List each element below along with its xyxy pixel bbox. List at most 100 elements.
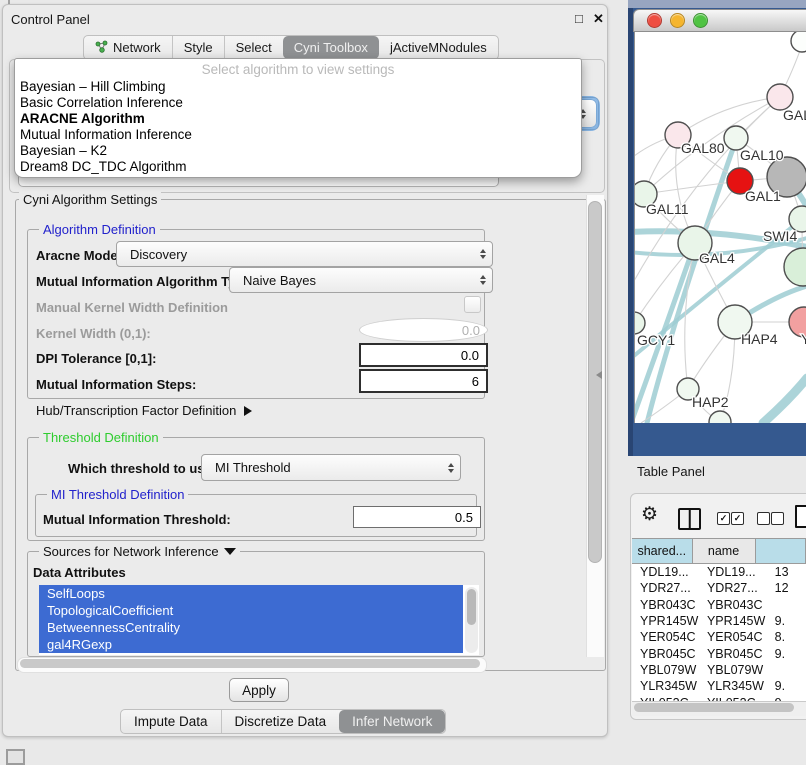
table-cell: 9.: [769, 614, 806, 628]
control-panel-tab-bar: Network Style Select Cyni Toolbox jActiv…: [83, 35, 499, 60]
unchecked-checkbox-icon[interactable]: [757, 512, 770, 525]
sources-collapse-header[interactable]: Sources for Network Inference: [39, 544, 240, 559]
attribute-item[interactable]: SelfLoops: [39, 585, 463, 602]
float-window-icon[interactable]: □: [575, 11, 583, 26]
combo-stepper-icon: [480, 275, 486, 285]
unchecked-checkbox-icon[interactable]: [771, 512, 784, 525]
mi-steps-input[interactable]: 6: [359, 369, 488, 393]
apply-button[interactable]: Apply: [229, 678, 289, 702]
window-grip-icon[interactable]: [6, 749, 25, 765]
table-cell: YBR043C: [699, 598, 769, 612]
aracne-mode-label: Aracne Mode:: [36, 248, 122, 263]
table-row[interactable]: YIL052CYIL052C9: [632, 694, 806, 701]
network-node-label: GAL: [783, 107, 806, 123]
algorithm-option[interactable]: Basic Correlation Inference: [15, 95, 581, 111]
tab-impute-data[interactable]: Impute Data: [121, 710, 221, 733]
table-cell: YLR345W: [699, 679, 769, 693]
algorithm-option[interactable]: Bayesian – K2: [15, 143, 581, 159]
network-node-label: HAP4: [741, 331, 778, 347]
tab-discretize-data[interactable]: Discretize Data: [221, 710, 340, 733]
column-header-3[interactable]: [756, 539, 806, 563]
network-node[interactable]: [784, 248, 806, 286]
table-cell: YBR043C: [632, 598, 699, 612]
which-threshold-combobox[interactable]: MI Threshold: [201, 454, 461, 481]
manual-kernel-width-checkbox[interactable]: [464, 296, 481, 313]
table-row[interactable]: YPR145WYPR145W9.: [632, 613, 806, 629]
tab-jactivemnodules[interactable]: jActiveMNodules: [379, 36, 498, 59]
network-edge: [763, 378, 806, 423]
split-pane-divider-arrow[interactable]: [596, 371, 602, 379]
aracne-mode-combobox[interactable]: Discovery: [116, 241, 493, 267]
table-body: YDL19...YDL19...13YDR27...YDR27...12YBR0…: [632, 564, 806, 701]
algorithm-definition-title: Algorithm Definition: [39, 222, 160, 237]
minimize-traffic-light-icon[interactable]: [670, 13, 685, 28]
table-row[interactable]: YDR27...YDR27...12: [632, 580, 806, 596]
tab-infer-network-label: Infer Network: [352, 714, 432, 729]
tab-infer-network[interactable]: Infer Network: [339, 710, 445, 733]
document-icon[interactable]: [795, 505, 806, 528]
settings-horizontal-scrollbar-thumb[interactable]: [20, 659, 480, 668]
network-window-titlebar[interactable]: [633, 9, 806, 32]
network-node-label: HAP2: [692, 394, 729, 410]
attribute-item[interactable]: TopologicalCoefficient: [39, 602, 463, 619]
tab-network[interactable]: Network: [84, 36, 172, 59]
close-traffic-light-icon[interactable]: [647, 13, 662, 28]
network-node[interactable]: [709, 411, 731, 423]
column-header-shared-name[interactable]: shared...: [632, 539, 693, 563]
column-header-name[interactable]: name: [693, 539, 756, 563]
checked-checkbox-icon[interactable]: ✓: [731, 512, 744, 525]
hub-definition-label: Hub/Transcription Factor Definition: [36, 403, 236, 418]
table-row[interactable]: YBR043CYBR043C: [632, 597, 806, 613]
algorithm-option[interactable]: Dream8 DC_TDC Algorithm: [15, 159, 581, 175]
algorithm-option[interactable]: Bayesian – Hill Climbing: [15, 79, 581, 95]
gear-icon[interactable]: ⚙: [641, 504, 658, 526]
table-row[interactable]: YBL079WYBL079W: [632, 662, 806, 678]
mi-threshold-value: 0.5: [455, 510, 473, 525]
mi-steps-value: 6: [472, 374, 479, 389]
table-cell: YBL079W: [632, 663, 699, 677]
table-cell: YDL19...: [632, 565, 699, 579]
table-cell: 9.: [769, 647, 806, 661]
which-threshold-value: MI Threshold: [215, 460, 291, 475]
settings-vertical-scrollbar-thumb[interactable]: [588, 201, 602, 563]
manual-kernel-width-label: Manual Kernel Width Definition: [36, 300, 228, 315]
algorithm-option[interactable]: ARACNE Algorithm: [15, 111, 581, 127]
zoom-traffic-light-icon[interactable]: [693, 13, 708, 28]
close-icon[interactable]: ✕: [593, 11, 604, 27]
network-canvas[interactable]: GALGAL80GAL10GAL1GAL11GAL4SWI4GCY1HAP4YH…: [634, 32, 806, 423]
table-row[interactable]: YER054CYER054C8.: [632, 629, 806, 645]
tab-select[interactable]: Select: [224, 36, 283, 59]
network-node-label: GAL11: [646, 201, 689, 217]
attribute-list-scrollbar-thumb[interactable]: [467, 589, 476, 625]
table-row[interactable]: YLR345WYLR345W9.: [632, 678, 806, 694]
network-node-GCY1[interactable]: [635, 312, 645, 334]
table-cell: YBR045C: [699, 647, 769, 661]
mi-threshold-input[interactable]: 0.5: [353, 506, 481, 528]
table-cell: 13: [769, 565, 806, 579]
table-cell: 8.: [769, 630, 806, 644]
dpi-tolerance-input[interactable]: 0.0: [359, 343, 488, 367]
attribute-item[interactable]: BetweennessCentrality: [39, 619, 463, 636]
algorithm-option[interactable]: Mutual Information Inference: [15, 127, 581, 143]
network-node[interactable]: [791, 32, 806, 52]
tab-cyni-toolbox[interactable]: Cyni Toolbox: [283, 36, 379, 59]
table-row[interactable]: YBR045CYBR045C9.: [632, 645, 806, 661]
checked-checkbox-icon[interactable]: ✓: [717, 512, 730, 525]
table-horizontal-scrollbar-thumb[interactable]: [634, 703, 794, 712]
hub-definition-expander[interactable]: Hub/Transcription Factor Definition: [36, 403, 252, 418]
sources-title: Sources for Network Inference: [43, 544, 219, 559]
node-attribute-table: shared... name YDL19...YDL19...13YDR27..…: [632, 538, 806, 701]
table-cell: YDR27...: [632, 581, 699, 595]
combo-stepper-icon: [480, 249, 486, 259]
attribute-list: SelfLoopsTopologicalCoefficientBetweenne…: [39, 585, 479, 655]
mi-algorithm-type-combobox[interactable]: Naive Bayes: [229, 267, 493, 293]
columns-icon[interactable]: [678, 508, 701, 530]
tab-style[interactable]: Style: [172, 36, 224, 59]
attribute-item[interactable]: gal4RGexp: [39, 636, 463, 653]
network-node-label: GAL1: [745, 188, 781, 204]
kernel-width-value: 0.0: [462, 323, 480, 338]
kernel-width-input[interactable]: 0.0: [359, 318, 488, 342]
table-row[interactable]: YDL19...YDL19...13: [632, 564, 806, 580]
table-cell: YPR145W: [699, 614, 769, 628]
network-node-label: GCY1: [637, 332, 675, 348]
